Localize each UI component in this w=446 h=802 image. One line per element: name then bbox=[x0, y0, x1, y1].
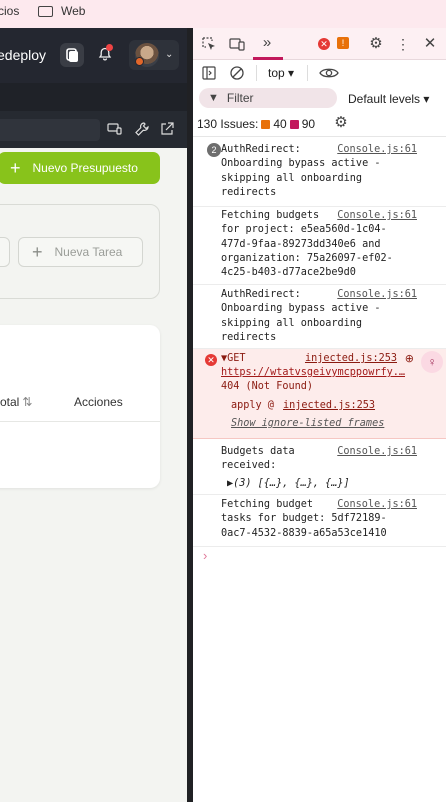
devtools-panel: » ✕ ! ⚙ ⋮ ✕ top ▾ ▼ Filter Default level… bbox=[193, 28, 446, 802]
console-message[interactable]: 2 AuthRedirect: Onboarding bypass active… bbox=[193, 137, 446, 207]
sub-navbar bbox=[0, 83, 187, 111]
stack-frame-link[interactable]: injected.js:253 bbox=[283, 399, 375, 413]
show-ignore-listed-link[interactable]: Show ignore-listed frames bbox=[231, 417, 384, 431]
folder-icon bbox=[38, 6, 53, 17]
console-source-link[interactable]: injected.js:253 bbox=[305, 352, 397, 366]
error-count-icon[interactable]: ✕ bbox=[318, 38, 330, 50]
network-icon[interactable]: ⊕ bbox=[405, 352, 414, 366]
screen: cios Web edeploy ⌄ + Nuevo Presupuesto +… bbox=[0, 0, 446, 802]
copy-button[interactable] bbox=[60, 43, 84, 67]
issues-bar: 130 Issues: 40 90 ⚙ bbox=[193, 110, 446, 137]
web-app-panel: edeploy ⌄ + Nuevo Presupuesto + Nueva Ta… bbox=[0, 28, 187, 802]
console-message[interactable]: Fetching budget tasks for budget: 5df721… bbox=[193, 495, 446, 547]
toolbar-separator bbox=[307, 65, 308, 81]
table-header-divider bbox=[0, 421, 160, 422]
bookmark-folder-web[interactable]: Web bbox=[61, 4, 85, 18]
table-header-total[interactable]: otal ⇅ bbox=[0, 395, 32, 409]
table-header-actions: Acciones bbox=[74, 395, 123, 409]
issues-settings-gear-icon[interactable]: ⚙ bbox=[333, 115, 349, 131]
console-source-link[interactable]: Console.js:61 bbox=[337, 143, 417, 157]
toolbar bbox=[0, 111, 187, 148]
console-source-link[interactable]: Console.js:61 bbox=[337, 288, 417, 302]
external-link-icon[interactable] bbox=[158, 121, 176, 139]
console-source-link[interactable]: Console.js:61 bbox=[337, 498, 417, 512]
bookmarks-bar: cios Web bbox=[0, 0, 446, 28]
more-panels-icon[interactable]: » bbox=[259, 35, 275, 51]
filter-input[interactable]: ▼ Filter bbox=[199, 88, 337, 108]
new-task-button[interactable]: + Nueva Tarea bbox=[18, 237, 143, 267]
chevron-down-icon: ⌄ bbox=[165, 49, 174, 60]
console-message[interactable]: Fetching budgets for project: e5ea560d-1… bbox=[193, 207, 446, 285]
new-task-label: Nueva Tarea bbox=[54, 245, 123, 259]
sidebar-toggle-icon[interactable] bbox=[201, 65, 217, 85]
warning-count-badge[interactable]: ! bbox=[337, 37, 349, 49]
close-icon[interactable]: ✕ bbox=[422, 36, 438, 52]
top-navbar: edeploy ⌄ bbox=[0, 28, 187, 83]
warning-issue-icon bbox=[261, 119, 271, 129]
console-message[interactable]: AuthRedirect: Onboarding bypass active -… bbox=[193, 285, 446, 349]
new-budget-label: Nuevo Presupuesto bbox=[32, 161, 138, 175]
issues-label: 130 Issues: bbox=[197, 117, 259, 131]
wrench-icon[interactable] bbox=[133, 121, 151, 139]
sort-icon: ⇅ bbox=[22, 395, 33, 409]
device-toolbar-icon[interactable] bbox=[229, 36, 245, 56]
warning-issue-count: 40 bbox=[273, 117, 287, 131]
filter-icon: ▼ bbox=[208, 92, 219, 104]
avatar-status-badge bbox=[135, 57, 144, 66]
error-url-link[interactable]: https://wtatvsgeivymcppowrfy.… bbox=[221, 366, 405, 380]
budgets-table-card: otal ⇅ Acciones bbox=[0, 325, 160, 488]
bookmark-item[interactable]: cios bbox=[0, 4, 19, 18]
copy-icon bbox=[66, 48, 78, 62]
toolbar-separator bbox=[256, 65, 257, 81]
info-issue-icon bbox=[289, 119, 299, 129]
error-status: 404 (Not Found) bbox=[221, 381, 314, 392]
console-message[interactable]: Budgets data received: Console.js:61 ▶(3… bbox=[193, 439, 446, 495]
lightbulb-icon[interactable]: ♀ bbox=[421, 351, 443, 373]
array-preview[interactable]: ▶(3) [{…}, {…}, {…}] bbox=[227, 477, 350, 491]
console-source-link[interactable]: Console.js:61 bbox=[337, 445, 417, 459]
inspect-element-icon[interactable] bbox=[201, 36, 217, 56]
settings-gear-icon[interactable]: ⚙ bbox=[368, 36, 384, 52]
error-icon: ✕ bbox=[205, 354, 217, 366]
live-expression-eye-icon[interactable] bbox=[319, 65, 339, 85]
repeat-count-badge: 2 bbox=[207, 143, 221, 157]
clear-console-icon[interactable] bbox=[229, 65, 245, 85]
brand-name[interactable]: edeploy bbox=[0, 47, 46, 63]
devtools-main-toolbar: » ✕ ! ⚙ ⋮ ✕ bbox=[193, 28, 446, 60]
plus-icon: + bbox=[32, 241, 43, 262]
plus-icon: + bbox=[10, 158, 21, 178]
console-prompt[interactable]: › bbox=[203, 548, 207, 563]
issues-summary[interactable]: 130 Issues: 40 90 bbox=[197, 117, 315, 131]
more-options-icon[interactable]: ⋮ bbox=[396, 36, 410, 52]
new-budget-button[interactable]: + Nuevo Presupuesto bbox=[0, 152, 160, 184]
devices-icon[interactable] bbox=[106, 121, 124, 139]
context-selector[interactable]: top ▾ bbox=[268, 66, 294, 80]
console-toolbar: top ▾ bbox=[193, 60, 446, 86]
console-source-link[interactable]: Console.js:61 bbox=[337, 209, 417, 223]
action-button[interactable] bbox=[0, 237, 10, 267]
error-method[interactable]: ▼GET bbox=[221, 352, 246, 366]
filter-bar: ▼ Filter Default levels ▾ bbox=[193, 86, 446, 110]
console-error-message[interactable]: ✕ ▼GET injected.js:253 ⊕ ♀ https://wtatv… bbox=[193, 349, 446, 439]
stack-frame: apply @ bbox=[231, 400, 274, 411]
log-levels-dropdown[interactable]: Default levels ▾ bbox=[348, 92, 429, 106]
toolbar-input[interactable] bbox=[0, 119, 100, 141]
user-menu-button[interactable]: ⌄ bbox=[129, 40, 179, 70]
filter-placeholder: Filter bbox=[226, 91, 254, 105]
info-issue-count: 90 bbox=[301, 117, 316, 131]
console-message-text: Budgets data received: bbox=[221, 446, 295, 472]
notification-dot bbox=[106, 44, 113, 51]
